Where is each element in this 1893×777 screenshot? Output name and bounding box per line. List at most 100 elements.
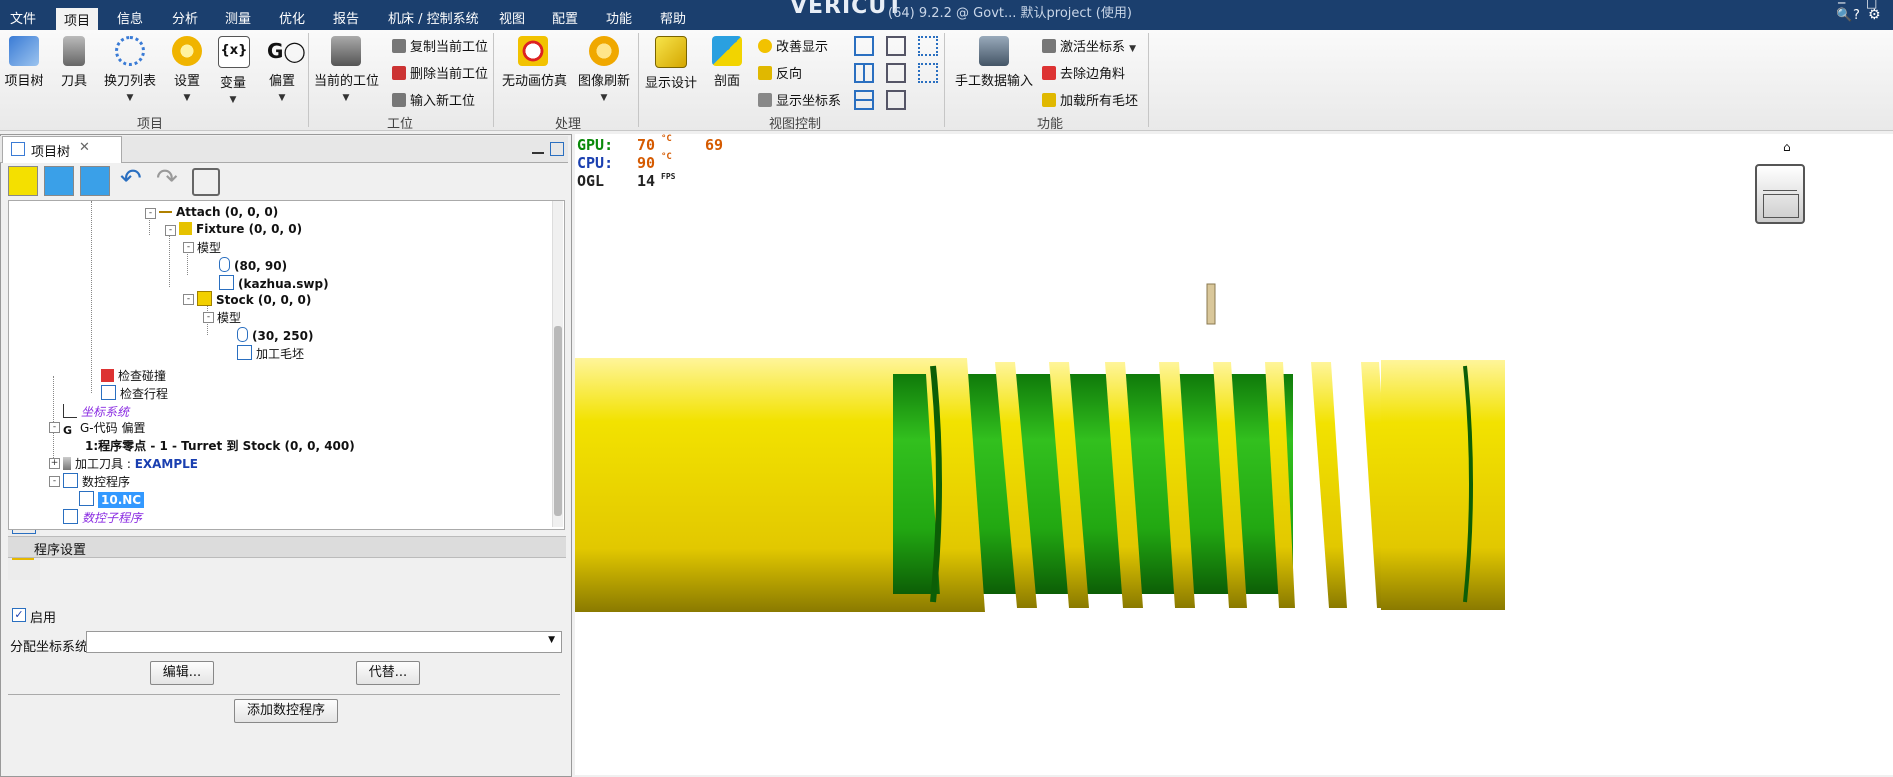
menu-report[interactable]: 报告 bbox=[333, 8, 359, 27]
expand-toggle[interactable]: + bbox=[49, 458, 60, 469]
delete-setup-button[interactable]: 删除当前工位 bbox=[392, 63, 488, 82]
collapse-toggle[interactable]: - bbox=[183, 294, 194, 305]
offsets-button[interactable]: G◯ 偏置 ▼ bbox=[264, 36, 306, 104]
menu-info[interactable]: 信息 bbox=[117, 8, 143, 27]
attach-icon bbox=[159, 211, 172, 218]
tree-node-cylinder[interactable]: (80, 90) bbox=[219, 257, 287, 273]
tree-node-fixture[interactable]: Fixture (0, 0, 0) bbox=[179, 222, 302, 236]
properties-icon[interactable] bbox=[44, 166, 74, 196]
replace-button[interactable]: 代替... bbox=[356, 661, 420, 685]
image-refresh-button[interactable]: 图像刷新 ▼ bbox=[576, 36, 632, 104]
restore-icon[interactable]: □ bbox=[1866, 0, 1877, 10]
collapse-toggle[interactable]: - bbox=[49, 476, 60, 487]
layout-four-icon[interactable] bbox=[918, 63, 938, 83]
tree-node-nc-programs[interactable]: 数控程序 bbox=[63, 473, 130, 490]
manual-data-input-button[interactable]: 手工数据输入 bbox=[952, 36, 1036, 89]
activate-coord-button[interactable]: 激活坐标系 ▼ bbox=[1042, 36, 1136, 55]
menu-config[interactable]: 配置 bbox=[552, 8, 578, 27]
machine-view-icon[interactable] bbox=[192, 168, 220, 196]
tree-line bbox=[53, 376, 54, 466]
undo-icon[interactable]: ↶ bbox=[120, 166, 142, 192]
settings-button[interactable]: 设置 ▼ bbox=[172, 36, 202, 104]
menu-help[interactable]: 帮助 bbox=[660, 8, 686, 27]
zoom-fit-icon[interactable] bbox=[886, 36, 906, 56]
graphics-viewport[interactable]: GPU: 70 °C 69 CPU: 90 °C OGL 14 FPS ⌂ bbox=[575, 134, 1893, 775]
no-animation-button[interactable]: 无动画仿真 bbox=[502, 36, 567, 89]
collapse-toggle[interactable]: - bbox=[183, 242, 194, 253]
tree-node-nc-file[interactable]: 10.NC bbox=[79, 491, 145, 508]
tree-node-offset-item[interactable]: 1:程序零点 - 1 - Turret 到 Stock (0, 0, 400) bbox=[85, 437, 355, 454]
redo-icon[interactable]: ↷ bbox=[156, 166, 178, 192]
single-view-icon[interactable] bbox=[854, 36, 874, 56]
tree-node-attach[interactable]: Attach (0, 0, 0) bbox=[159, 205, 278, 219]
home-view-icon[interactable]: ⌂ bbox=[1783, 140, 1791, 154]
variables-button[interactable]: {x} 变量 ▼ bbox=[218, 36, 250, 106]
collapse-toggle[interactable]: - bbox=[165, 225, 176, 236]
menu-analysis[interactable]: 分析 bbox=[172, 8, 198, 27]
copy-setup-button[interactable]: 复制当前工位 bbox=[392, 36, 488, 55]
tab-project-tree[interactable]: 项目树 ✕ bbox=[2, 136, 122, 163]
close-icon[interactable]: ✕ bbox=[79, 140, 90, 155]
menu-optimize[interactable]: 优化 bbox=[279, 8, 305, 27]
collapse-toggle[interactable]: - bbox=[49, 422, 60, 433]
enable-checkbox[interactable]: ✓ bbox=[12, 608, 26, 622]
reverse-button[interactable]: 反向 bbox=[758, 63, 802, 82]
collapse-toggle[interactable]: - bbox=[203, 312, 214, 323]
tree-node-gcode-offset[interactable]: G G-代码 偏置 bbox=[63, 419, 145, 437]
section-button[interactable]: 剖面 bbox=[710, 36, 744, 89]
collapse-toggle[interactable]: - bbox=[145, 208, 156, 219]
tree-node-coord-system[interactable]: 坐标系统 bbox=[63, 403, 129, 420]
tree-node-stock[interactable]: Stock (0, 0, 0) bbox=[197, 291, 311, 307]
assign-coord-select[interactable]: ▼ bbox=[86, 631, 562, 653]
add-nc-program-button[interactable]: 添加数控程序 bbox=[234, 699, 338, 723]
model-label: 模型 bbox=[197, 241, 222, 255]
current-setup-button[interactable]: 当前的工位 ▼ bbox=[314, 36, 379, 104]
tree-node-model[interactable]: 模型 bbox=[217, 309, 241, 326]
select-mode-icon[interactable] bbox=[8, 166, 38, 196]
tree-node-nc-subroutines[interactable]: 数控子程序 bbox=[63, 509, 142, 526]
coord-label: 坐标系统 bbox=[81, 405, 130, 419]
tool-change-list-button[interactable]: 换刀列表 ▼ bbox=[104, 36, 156, 104]
remove-chips-button[interactable]: 去除边角料 bbox=[1042, 63, 1125, 82]
float-panel-icon[interactable] bbox=[550, 142, 564, 156]
show-design-button[interactable]: 显示设计 bbox=[644, 36, 698, 91]
minimize-icon[interactable]: ─ bbox=[1838, 0, 1845, 10]
split-vertical-icon[interactable] bbox=[854, 63, 874, 83]
improve-display-button[interactable]: 改善显示 bbox=[758, 36, 828, 55]
menu-measure[interactable]: 测量 bbox=[225, 8, 251, 27]
view-cube-front[interactable] bbox=[1763, 194, 1799, 218]
menu-function[interactable]: 功能 bbox=[606, 8, 632, 27]
minimize-panel-icon[interactable] bbox=[532, 152, 544, 154]
tree-node-collision[interactable]: 检查碰撞 bbox=[101, 367, 166, 384]
show-coordinates-button[interactable]: 显示坐标系 bbox=[758, 90, 841, 109]
axis-icon bbox=[1042, 39, 1056, 53]
zoom-select-icon[interactable] bbox=[886, 90, 906, 110]
menu-view[interactable]: 视图 bbox=[499, 8, 525, 27]
help-icon[interactable]: ? bbox=[1853, 8, 1860, 23]
view-control-group-label: 视图控制 bbox=[768, 117, 821, 132]
menu-file[interactable]: 文件 bbox=[10, 8, 36, 27]
tree-node-tools[interactable]: 加工刀具 : EXAMPLE bbox=[63, 455, 198, 472]
project-tree-button[interactable]: 项目树 bbox=[4, 36, 44, 89]
layout-grid-icon[interactable] bbox=[918, 36, 938, 56]
tree-node-sweep[interactable]: (kazhua.swp) bbox=[219, 275, 329, 291]
load-all-stock-button[interactable]: 加载所有毛坯 bbox=[1042, 90, 1138, 109]
view-cube-top[interactable] bbox=[1763, 170, 1797, 191]
zoom-box-icon[interactable] bbox=[886, 63, 906, 83]
stock-end bbox=[1381, 360, 1505, 610]
tree-node-model[interactable]: 模型 bbox=[197, 239, 221, 256]
edit-button[interactable]: 编辑... bbox=[150, 661, 214, 685]
tree-node-travel[interactable]: 检查行程 bbox=[101, 385, 168, 402]
view-cube[interactable] bbox=[1755, 164, 1805, 224]
tree-node-cylinder[interactable]: (30, 250) bbox=[237, 327, 313, 343]
scrollbar-thumb[interactable] bbox=[554, 326, 562, 516]
new-setup-button[interactable]: 输入新工位 bbox=[392, 90, 475, 109]
tree-node-blank[interactable]: 加工毛坯 bbox=[237, 345, 304, 362]
tools-button[interactable]: 刀具 bbox=[58, 36, 90, 89]
menu-machine-control[interactable]: 机床 / 控制系统 bbox=[388, 8, 479, 27]
tree-scrollbar[interactable] bbox=[552, 201, 563, 527]
split-horizontal-icon[interactable] bbox=[854, 90, 874, 110]
search-icon[interactable]: 🔍 bbox=[1836, 8, 1852, 23]
add-component-icon[interactable] bbox=[80, 166, 110, 196]
chevron-down-icon: ▼ bbox=[1129, 44, 1137, 54]
